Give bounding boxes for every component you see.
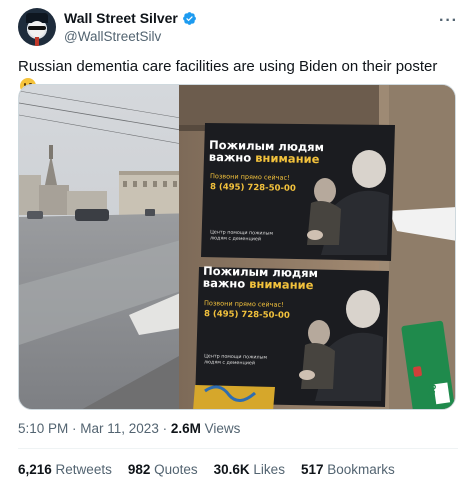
poster-top-headline: Пожилым людям важно внимание <box>208 138 324 167</box>
avatar-tie <box>35 37 39 46</box>
bookmarks-label: Bookmarks <box>323 462 395 477</box>
retweets-stat[interactable]: 6,216 Retweets <box>18 462 112 477</box>
verified-badge-icon <box>182 11 196 25</box>
poster-bottom-footer-line2: людям с деменцией <box>203 360 256 367</box>
author-handle[interactable]: @WallStreetSilv <box>64 29 197 44</box>
poster-top-headline-highlight: внимание <box>255 150 320 167</box>
poster-bottom-footer: Центр помощи пожилым людям с деменцией <box>204 354 267 367</box>
poster-top-call: Позвони прямо сейчас! <box>209 172 290 182</box>
poster-bottom-phone: 8 (495) 728-50-00 <box>203 309 290 321</box>
street-sign-number: 20 <box>427 382 440 398</box>
poster-bottom-headline-word: важно <box>202 275 250 291</box>
quotes-stat[interactable]: 982 Quotes <box>128 462 198 477</box>
retweets-label: Retweets <box>51 462 112 477</box>
tweet-header: Wall Street Silver @WallStreetSilv ··· <box>18 8 458 48</box>
poster-top-footer: Центр помощи пожилым людям с деменцией <box>210 230 273 243</box>
retweets-count: 6,216 <box>18 462 52 477</box>
bookmarks-stat[interactable]: 517 Bookmarks <box>301 462 395 477</box>
views-label: Views <box>200 421 241 436</box>
likes-count: 30.6K <box>213 462 250 477</box>
tweet-meta: 5:10 PM · Mar 11, 2023 · 2.6M Views <box>18 421 240 436</box>
poster-bottom-headline: Пожилым людям важно внимание <box>202 264 318 293</box>
poster-bottom-call: Позвони прямо сейчас! <box>203 299 284 309</box>
quotes-count: 982 <box>127 462 151 477</box>
poster-bottom-headline-highlight: внимание <box>249 276 314 293</box>
author-display-name[interactable]: Wall Street Silver <box>64 10 178 26</box>
poster-top-headline-word: важно <box>208 149 256 165</box>
bookmarks-count: 517 <box>300 462 324 477</box>
likes-stat[interactable]: 30.6K Likes <box>214 462 285 477</box>
tweet-text-body: Russian dementia care facilities are usi… <box>18 58 438 75</box>
author-info: Wall Street Silver @WallStreetSilv <box>64 10 197 44</box>
divider <box>18 448 458 449</box>
tweet-card: Wall Street Silver @WallStreetSilv ··· R… <box>0 0 474 486</box>
avatar-glasses <box>28 26 46 30</box>
tweet-photo[interactable]: Пожилым людям важно внимание Позвони пря… <box>18 84 456 410</box>
likes-label: Likes <box>249 462 285 477</box>
poster-top-footer-line2: людям с деменцией <box>209 236 262 243</box>
poster-top-phone: 8 (495) 728-50-00 <box>209 182 296 194</box>
views-count: 2.6M <box>170 421 201 436</box>
quotes-label: Quotes <box>150 462 198 477</box>
more-options-icon[interactable]: ··· <box>439 12 458 30</box>
tweet-timestamp[interactable]: 5:10 PM · Mar 11, 2023 · <box>18 421 171 436</box>
engagement-stats: 6,216 Retweets 982 Quotes 30.6K Likes 51… <box>18 462 395 477</box>
name-line: Wall Street Silver <box>64 10 197 26</box>
avatar[interactable] <box>18 8 56 46</box>
